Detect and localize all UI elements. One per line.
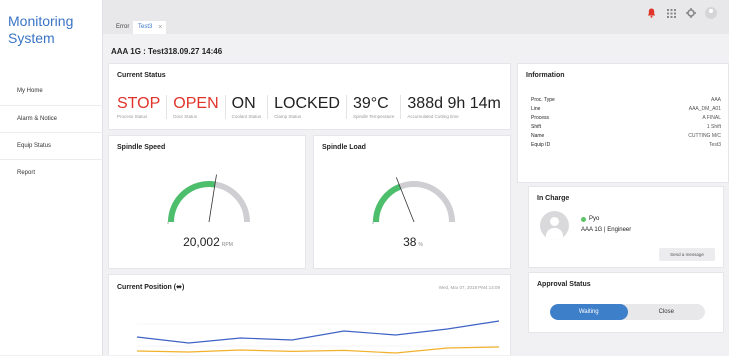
spindle-load-gauge: [373, 177, 455, 223]
gauge-track: [373, 181, 455, 223]
person-name: Pyo: [581, 216, 599, 222]
tab-error-label: Error: [116, 24, 130, 30]
series-line-2: [136, 346, 500, 354]
tab-test3[interactable]: Test3 ×: [133, 21, 167, 34]
user-icon[interactable]: [705, 7, 717, 19]
door-status-label: Door Status: [173, 114, 198, 119]
in-charge-card: In Charge Pyo AAA 1G | Engineer Send a m…: [528, 186, 724, 268]
close-option[interactable]: Close: [628, 304, 706, 320]
approval-toggle: Waiting Close: [550, 304, 705, 320]
gauge-min-label: 0: [167, 220, 170, 225]
in-charge-title: In Charge: [537, 195, 570, 202]
info-row: Equip ID Test3: [531, 141, 721, 150]
information-card: Information Proc. Type AAA Line AAA_DM_A01…: [517, 63, 729, 183]
cutting-time-value: 388d 9h 14m: [407, 95, 501, 112]
page-title: AAA 1G : Test318.09.27 14:46: [111, 47, 223, 56]
sidebar-item-equip-status[interactable]: Equip Status: [0, 132, 103, 159]
coolant-status-value: ON: [231, 95, 256, 112]
spindle-speed-unit: RPM: [221, 242, 233, 248]
sidebar-item-my-home[interactable]: My Home: [0, 78, 103, 105]
spindle-temperature: 39°C Spindle Temperature: [352, 95, 402, 119]
info-key: Shift: [531, 124, 542, 130]
app-title-line1: Monitoring: [8, 13, 74, 29]
gauge-fill: [373, 183, 402, 223]
spindle-load-unit: %: [418, 242, 423, 248]
current-status-card: Current Status STOP Process Status OPEN Do…: [108, 63, 511, 130]
tab-error[interactable]: Error: [111, 21, 134, 34]
coolant-status-label: Coolant Status: [231, 114, 262, 119]
top-icons: [645, 7, 717, 19]
close-icon[interactable]: ×: [158, 21, 162, 34]
tab-test3-label: Test3: [138, 24, 153, 30]
spindle-speed-gauge: [168, 174, 250, 223]
info-value: AAA_DM_A01: [688, 106, 721, 112]
status-row: STOP Process Status OPEN Door Status ON Coo…: [117, 95, 513, 119]
gauge-track: [168, 181, 250, 223]
info-row: Proc. Type AAA: [531, 96, 721, 105]
info-row: Shift 1 Shift: [531, 123, 721, 132]
spindle-load-number: 38: [403, 235, 417, 249]
process-status-label: Process Status: [117, 114, 148, 119]
online-status-dot: [581, 216, 586, 222]
info-value: 1 Shift: [706, 124, 721, 130]
door-status-value: OPEN: [173, 95, 219, 112]
current-status-title: Current Status: [117, 72, 166, 79]
process-status: STOP Process Status: [117, 95, 168, 119]
gauge-min-label: 0: [372, 220, 375, 225]
sidebar: Monitoring System My Home Alarm & Notice…: [0, 0, 103, 355]
clamp-status: LOCKED Clamp Status: [274, 95, 347, 119]
spindle-temperature-value: 39°C: [352, 95, 389, 112]
avatar: [540, 211, 569, 240]
information-rows: Proc. Type AAA Line AAA_DM_A01 Process A FI…: [531, 96, 721, 150]
info-value: AAA: [710, 97, 721, 103]
clamp-status-value: LOCKED: [274, 95, 340, 112]
app-title-line2: System: [8, 30, 55, 46]
cutting-time-label: Accumulated Cutting time: [407, 114, 459, 119]
bell-icon[interactable]: [645, 7, 657, 19]
info-value: Test3: [709, 142, 721, 148]
process-status-value: STOP: [117, 95, 161, 112]
spindle-speed-number: 20,002: [183, 235, 220, 249]
app-title: Monitoring System: [8, 13, 73, 47]
info-value: CUTTING M/C: [688, 133, 721, 139]
waiting-option[interactable]: Waiting: [550, 304, 628, 320]
info-key: Equip ID: [531, 142, 551, 148]
spindle-speed-value: 20,002 RPM: [109, 235, 307, 249]
spindle-load-value: 38%: [314, 235, 512, 249]
spindle-temperature-label: Spindle Temperature: [352, 114, 395, 119]
clamp-status-label: Clamp Status: [274, 114, 302, 119]
grid-icon[interactable]: [665, 7, 677, 19]
top-bar: Error Test3 ×: [103, 0, 729, 34]
person-role: AAA 1G | Engineer: [581, 227, 632, 233]
info-key: Process: [531, 115, 550, 121]
info-row: Name CUTTING M/C: [531, 132, 721, 141]
gear-icon[interactable]: [685, 7, 697, 19]
info-key: Name: [531, 133, 545, 139]
information-title: Information: [526, 72, 565, 79]
info-key: Line: [531, 106, 541, 112]
spindle-load-card: Spindle Load 0 38%: [313, 135, 511, 269]
sidebar-nav: My Home Alarm & Notice Equip Status Repo…: [0, 78, 103, 186]
info-row: Line AAA_DM_A01: [531, 105, 721, 114]
send-message-button[interactable]: Send a message: [659, 248, 715, 261]
approval-status-card: Approval Status Waiting Close: [528, 272, 724, 333]
person-name-text: Pyo: [589, 216, 600, 222]
current-position-card: Current Position (⬌) Wed, Mar 07, 2018 P…: [108, 274, 511, 355]
position-chart: [136, 320, 500, 354]
info-value: A FINAL: [702, 115, 721, 121]
door-status: OPEN Door Status: [173, 95, 226, 119]
cutting-time: 388d 9h 14m Accumulated Cutting time: [407, 95, 506, 119]
gauge-fill: [168, 181, 216, 223]
info-key: Proc. Type: [531, 97, 555, 103]
approval-status-title: Approval Status: [537, 281, 591, 288]
sidebar-item-alarm-notice[interactable]: Alarm & Notice: [0, 105, 103, 132]
coolant-status: ON Coolant Status: [232, 95, 269, 119]
spindle-speed-card: Spindle Speed 0 20,002 RPM: [108, 135, 306, 269]
info-row: Process A FINAL: [531, 114, 721, 123]
sidebar-item-report[interactable]: Report: [0, 159, 103, 186]
